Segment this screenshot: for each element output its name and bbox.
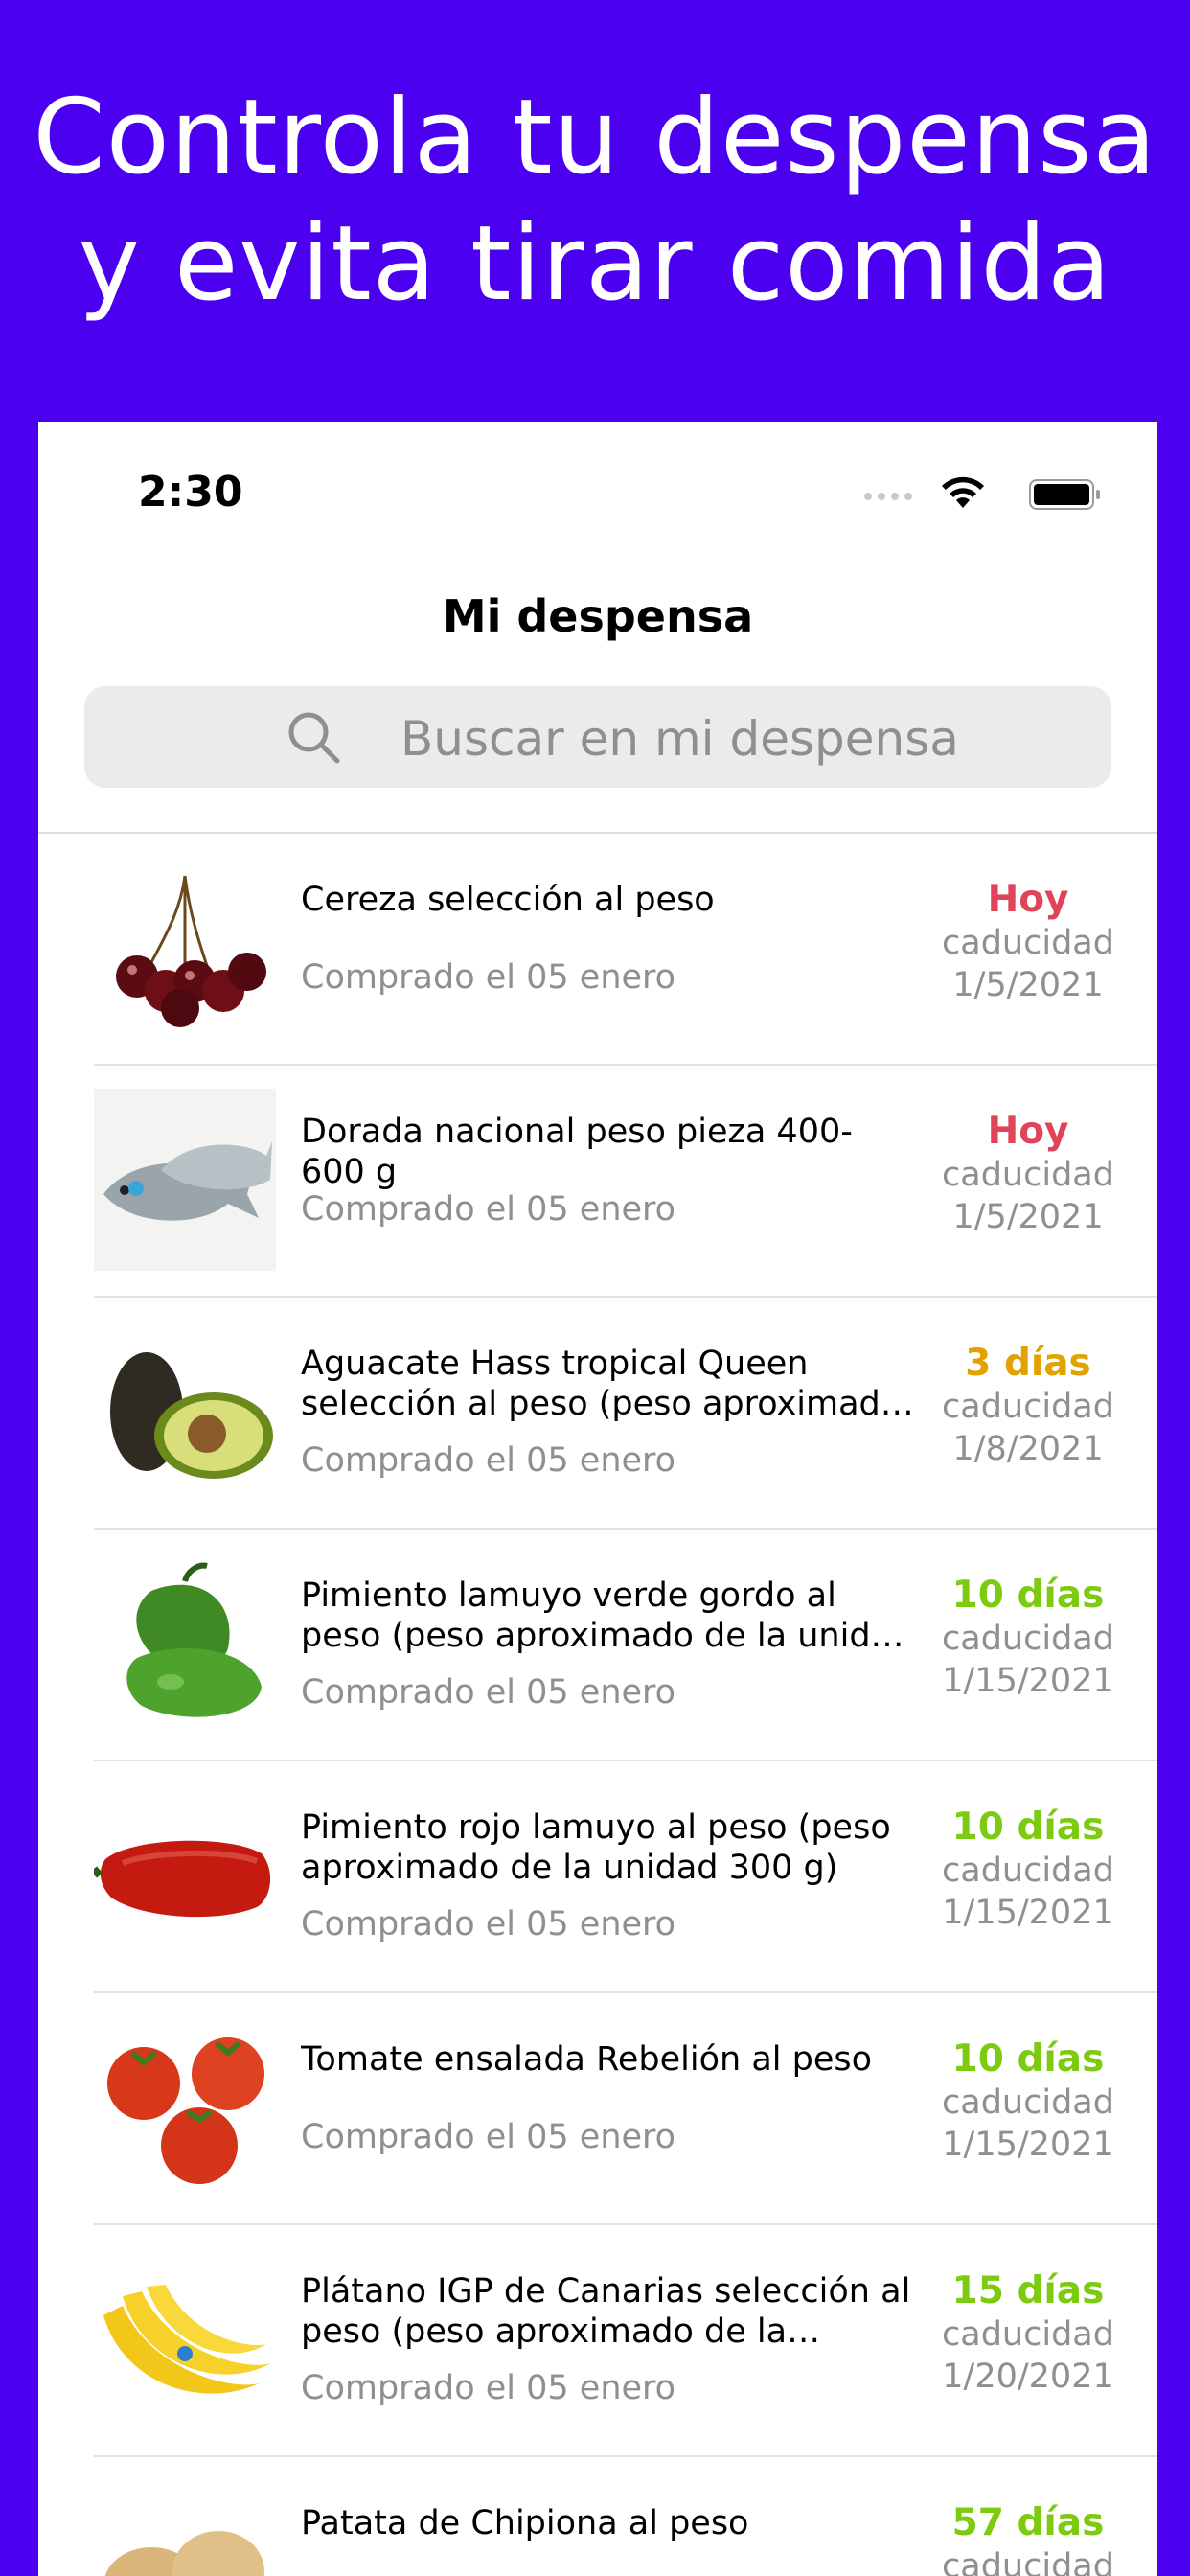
green-pepper-image (94, 1552, 276, 1735)
list-item[interactable]: Pimiento lamuyo verde gordo al peso (pes… (94, 1530, 1157, 1761)
item-name: Tomate ensalada Rebelión al peso (301, 2040, 873, 2079)
expiry-label: caducidad (942, 2315, 1114, 2354)
list-item[interactable]: Pimiento rojo lamuyo al peso (peso aprox… (90, 1761, 1157, 1993)
search-icon (288, 712, 340, 764)
expiry-info: 10 días caducidad 1/15/2021 (927, 1806, 1129, 1934)
item-name: Cereza selección al peso (301, 881, 715, 919)
expiry-days: 57 días (951, 2501, 1105, 2544)
expiry-label: caducidad (942, 1620, 1114, 1658)
expiry-days: Hoy (987, 1110, 1069, 1153)
expiry-days: 10 días (951, 2037, 1105, 2081)
cellular-signal-icon (864, 491, 914, 500)
list-item[interactable]: Tomate ensalada Rebelión al peso Comprad… (94, 1993, 1157, 2225)
wifi-icon (942, 476, 984, 508)
expiry-days: Hoy (987, 878, 1069, 921)
expiry-info: 10 días caducidad 1/15/2021 (927, 2037, 1129, 2166)
expiry-date: 1/8/2021 (952, 1430, 1104, 1468)
expiry-info: 10 días caducidad 1/15/2021 (927, 1574, 1129, 1702)
banana-image (94, 2248, 276, 2430)
expiry-label: caducidad (942, 2547, 1114, 2576)
expiry-label: caducidad (942, 924, 1114, 962)
battery-icon (1029, 479, 1100, 510)
expiry-date: 1/5/2021 (952, 1198, 1104, 1236)
item-purchase-date: Comprado el 05 enero (301, 958, 676, 997)
item-purchase-date: Comprado el 05 enero (301, 1441, 676, 1480)
cherries-image (94, 857, 276, 1039)
red-pepper-image (90, 1784, 276, 1966)
tomato-image (94, 2016, 276, 2198)
pantry-list: Cereza selección al peso Comprado el 05 … (38, 834, 1157, 2576)
expiry-info: 3 días caducidad 1/8/2021 (927, 1342, 1129, 1470)
expiry-info: 57 días caducidad (927, 2501, 1129, 2576)
item-name: Aguacate Hass tropical Queen selección a… (301, 1345, 902, 1423)
item-name: Patata de Chipiona al peso (301, 2504, 749, 2542)
item-purchase-date: Comprado el 05 enero (301, 1190, 676, 1229)
expiry-info: Hoy caducidad 1/5/2021 (927, 1110, 1129, 1238)
expiry-info: Hoy caducidad 1/5/2021 (927, 878, 1129, 1006)
status-time: 2:30 (138, 468, 243, 517)
item-purchase-date: Comprado el 05 enero (301, 2369, 676, 2407)
expiry-label: caducidad (942, 1852, 1114, 1890)
search-placeholder: Buscar en mi despensa (400, 711, 959, 767)
phone-screen: 2:30 Mi despensa Buscar en mi despensa C… (38, 422, 1157, 2576)
item-name: Pimiento lamuyo verde gordo al peso (pes… (301, 1576, 913, 1655)
expiry-label: caducidad (942, 1388, 1114, 1426)
expiry-label: caducidad (942, 2083, 1114, 2122)
expiry-info: 15 días caducidad 1/20/2021 (927, 2269, 1129, 2398)
promo-headline: Controla tu despensa y evita tirar comid… (0, 75, 1190, 328)
expiry-days: 10 días (951, 1574, 1105, 1617)
list-item[interactable]: Plátano IGP de Canarias selección al pes… (94, 2225, 1157, 2457)
list-item[interactable]: Aguacate Hass tropical Queen selección a… (94, 1298, 1157, 1530)
item-name: Plátano IGP de Canarias selección al pes… (301, 2272, 911, 2351)
promo-title-line-1: Controla tu despensa (33, 78, 1157, 197)
expiry-label: caducidad (942, 1156, 1114, 1194)
item-purchase-date: Comprado el 05 enero (301, 1905, 676, 1944)
list-item[interactable]: Patata de Chipiona al peso 57 días caduc… (94, 2457, 1157, 2576)
expiry-date: 1/15/2021 (942, 2126, 1114, 2164)
expiry-days: 3 días (965, 1342, 1091, 1385)
promo-title-line-2: y evita tirar comida (78, 204, 1112, 324)
item-purchase-date: Comprado el 05 enero (301, 2118, 676, 2156)
expiry-date: 1/20/2021 (942, 2358, 1114, 2396)
potato-image (94, 2480, 276, 2576)
expiry-date: 1/15/2021 (942, 1894, 1114, 1932)
page-title: Mi despensa (442, 590, 754, 642)
search-input[interactable]: Buscar en mi despensa (84, 686, 1111, 788)
list-item[interactable]: Cereza selección al peso Comprado el 05 … (94, 834, 1157, 1066)
expiry-days: 10 días (951, 1806, 1105, 1849)
item-purchase-date: Comprado el 05 enero (301, 1673, 676, 1712)
list-item[interactable]: Dorada nacional peso pieza 400-600 g Com… (94, 1066, 1157, 1298)
expiry-date: 1/15/2021 (942, 1662, 1114, 1700)
avocado-image (94, 1321, 276, 1503)
fish-image (94, 1089, 276, 1271)
item-name: Dorada nacional peso pieza 400-600 g (301, 1113, 853, 1191)
expiry-date: 1/5/2021 (952, 966, 1104, 1004)
item-name: Pimiento rojo lamuyo al peso (peso aprox… (301, 1808, 891, 1887)
expiry-days: 15 días (951, 2269, 1105, 2312)
